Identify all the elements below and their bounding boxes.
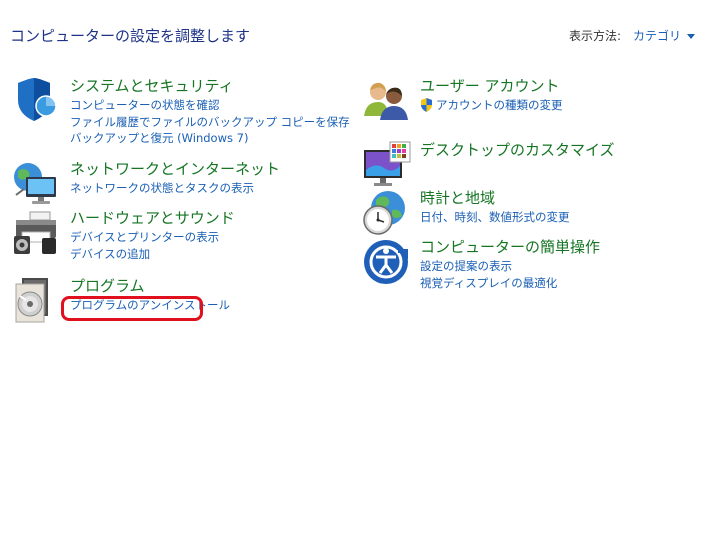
clock-globe-icon	[362, 188, 412, 238]
link-backup-restore[interactable]: バックアップと復元 (Windows 7)	[70, 130, 350, 147]
link-change-account-type[interactable]: アカウントの種類の変更	[420, 97, 563, 114]
view-by-value: カテゴリ	[632, 29, 681, 43]
chevron-down-icon	[687, 33, 695, 39]
link-uninstall-program[interactable]: プログラムのアンインストール	[70, 297, 230, 314]
category-title-appearance[interactable]: デスクトップのカスタマイズ	[420, 140, 615, 160]
uac-shield-icon	[420, 98, 433, 113]
link-date-time-format[interactable]: 日付、時刻、数値形式の変更	[420, 209, 570, 226]
view-by-label: 表示方法:	[568, 29, 621, 43]
link-file-history[interactable]: ファイル履歴でファイルのバックアップ コピーを保存	[70, 114, 350, 131]
network-globe-icon	[12, 159, 62, 209]
link-change-account-type-label: アカウントの種類の変更	[436, 98, 563, 112]
view-by-dropdown[interactable]: カテゴリ	[633, 27, 695, 44]
link-suggested-settings[interactable]: 設定の提案の表示	[420, 258, 600, 275]
category-title-user-accounts[interactable]: ユーザー アカウント	[420, 76, 563, 96]
programs-disc-icon	[12, 276, 62, 326]
desktop-monitor-icon	[362, 140, 412, 190]
printer-speaker-icon	[12, 208, 62, 258]
category-title-network[interactable]: ネットワークとインターネット	[70, 159, 280, 179]
user-accounts-icon	[362, 76, 412, 126]
link-check-status[interactable]: コンピューターの状態を確認	[70, 97, 350, 114]
link-optimize-display[interactable]: 視覚ディスプレイの最適化	[420, 275, 600, 292]
link-devices-printers[interactable]: デバイスとプリンターの表示	[70, 229, 235, 246]
link-add-device[interactable]: デバイスの追加	[70, 246, 235, 263]
category-title-ease-of-access[interactable]: コンピューターの簡単操作	[420, 237, 600, 257]
link-network-status[interactable]: ネットワークの状態とタスクの表示	[70, 180, 280, 197]
page-title: コンピューターの設定を調整します	[10, 27, 251, 45]
ease-of-access-icon	[362, 237, 412, 287]
category-title-programs[interactable]: プログラム	[70, 276, 230, 296]
view-by: 表示方法: カテゴリ	[569, 27, 695, 44]
category-title-hardware-sound[interactable]: ハードウェアとサウンド	[70, 208, 235, 228]
category-title-clock-region[interactable]: 時計と地域	[420, 188, 570, 208]
security-shield-icon	[12, 76, 62, 126]
category-title-system-security[interactable]: システムとセキュリティ	[70, 76, 350, 96]
